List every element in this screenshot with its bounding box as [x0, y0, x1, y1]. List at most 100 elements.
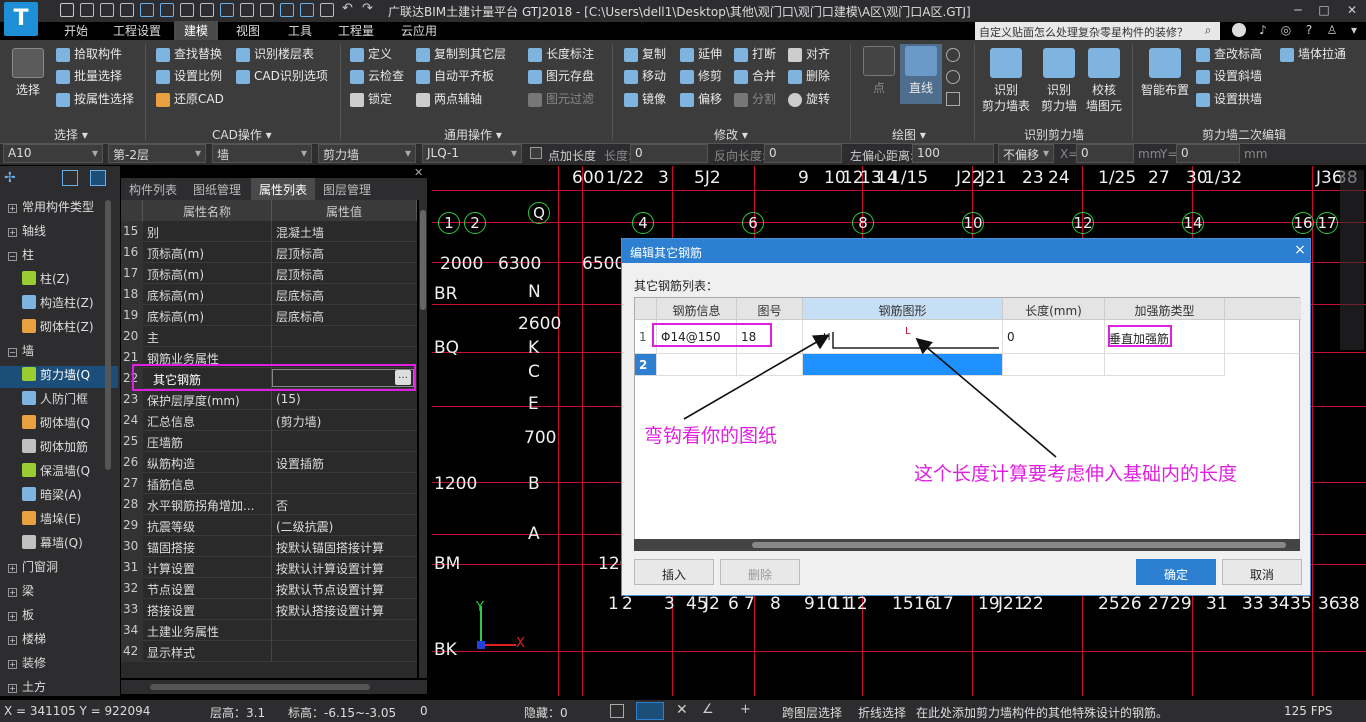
- check-elevation-button[interactable]: 查改标高: [1196, 45, 1262, 65]
- app-logo[interactable]: T: [4, 2, 38, 36]
- restore-cad-button[interactable]: 还原CAD: [156, 90, 224, 110]
- tree-scrollbar[interactable]: [105, 200, 111, 470]
- property-row[interactable]: 29 抗震等级 (二级抗震): [121, 515, 417, 536]
- expand-icon[interactable]: +: [8, 204, 17, 213]
- minimize-icon[interactable]: ─: [1290, 3, 1306, 17]
- redo-icon[interactable]: ↷: [362, 1, 376, 16]
- maximize-icon[interactable]: □: [1316, 3, 1332, 17]
- property-value[interactable]: 层顶标高: [272, 263, 417, 284]
- select-by-attr-button[interactable]: 按属性选择: [56, 90, 134, 110]
- copy-to-other-floor-button[interactable]: 复制到其它层: [416, 45, 506, 65]
- property-value[interactable]: 混凝土墙: [272, 221, 417, 242]
- panel-close-icon[interactable]: ✕: [414, 166, 423, 179]
- view-icon[interactable]: [280, 3, 294, 17]
- property-value[interactable]: 设置插筋: [272, 452, 417, 473]
- tab-quantities[interactable]: 工程量: [334, 21, 378, 40]
- identify-floor-table-button[interactable]: 识别楼层表: [236, 45, 314, 65]
- property-row[interactable]: 28 水平钢筋拐角增加... 否: [121, 494, 417, 515]
- property-row[interactable]: 20 主: [121, 326, 417, 347]
- tree-item[interactable]: 砌体加筋: [0, 438, 118, 460]
- save-icon[interactable]: [60, 3, 74, 17]
- cross-floor-select[interactable]: 跨图层选择: [782, 704, 842, 721]
- batch-select-button[interactable]: 批量选择: [56, 67, 122, 87]
- help-icon[interactable]: ?: [1301, 23, 1317, 37]
- group-draw-label[interactable]: 绘图 ▾: [892, 126, 926, 143]
- ortho-icon[interactable]: [610, 704, 624, 718]
- tab-start[interactable]: 开始: [62, 21, 90, 40]
- menu-icon[interactable]: ▾: [1346, 23, 1362, 37]
- tab-modeling[interactable]: 建模: [174, 21, 218, 40]
- layout-icon[interactable]: [200, 3, 214, 17]
- snap-mode-icon[interactable]: [636, 702, 664, 720]
- tree-item[interactable]: 剪力墙(Q: [0, 366, 118, 388]
- property-row[interactable]: 17 顶标高(m) 层顶标高: [121, 263, 417, 284]
- pick-component-button[interactable]: 拾取构件: [56, 45, 122, 65]
- collapse-icon[interactable]: −: [8, 252, 17, 261]
- search-icon[interactable]: ⌕: [1200, 23, 1216, 37]
- grid2-icon[interactable]: [300, 3, 314, 17]
- smart-layout-button[interactable]: 智能布置: [1138, 48, 1192, 98]
- type-combo[interactable]: 剪力墙: [318, 144, 416, 163]
- property-row[interactable]: 23 保护层厚度(mm) (15): [121, 389, 417, 410]
- cross-select-icon[interactable]: ✕: [676, 702, 688, 718]
- point-draw-button[interactable]: 点: [862, 46, 896, 96]
- property-value[interactable]: (剪力墙): [272, 410, 417, 431]
- tree-item[interactable]: + 常用构件类型: [0, 198, 118, 220]
- cloud-check-button[interactable]: 云检查: [350, 67, 404, 87]
- property-value[interactable]: 层底标高: [272, 305, 417, 326]
- arc-icon[interactable]: [946, 48, 960, 62]
- grid-view-icon[interactable]: [90, 170, 106, 186]
- cad-options-button[interactable]: CAD识别选项: [236, 67, 328, 87]
- floor-combo[interactable]: 第-2层: [108, 144, 206, 163]
- property-row[interactable]: 16 顶标高(m) 层顶标高: [121, 242, 417, 263]
- add-length-checkbox[interactable]: [530, 147, 542, 159]
- property-row[interactable]: 33 搭接设置 按默认搭接设置计算: [121, 599, 417, 620]
- auto-level-slab-button[interactable]: 自动平齐板: [416, 67, 494, 87]
- group-select-label[interactable]: 选择 ▾: [54, 126, 88, 143]
- define-button[interactable]: 定义: [350, 45, 392, 65]
- dynamic-input-icon[interactable]: +: [740, 702, 751, 717]
- no-offset-combo[interactable]: 不偏移: [998, 144, 1054, 163]
- tree-item[interactable]: 砌体墙(Q: [0, 414, 118, 436]
- collapse-icon[interactable]: −: [8, 348, 17, 357]
- property-row[interactable]: 15 别混凝土墙: [121, 221, 417, 242]
- shirt-icon[interactable]: ♙: [1324, 23, 1340, 37]
- group-cad-label[interactable]: CAD操作 ▾: [212, 126, 272, 143]
- expand-icon[interactable]: +: [8, 684, 17, 693]
- group-modify-label[interactable]: 修改 ▾: [714, 126, 748, 143]
- measure-icon[interactable]: [240, 3, 254, 17]
- split-button[interactable]: 分割: [734, 90, 776, 110]
- property-value[interactable]: (二级抗震): [272, 515, 417, 536]
- property-value[interactable]: [272, 620, 417, 641]
- rect-icon[interactable]: [946, 92, 960, 106]
- ellipsis-button[interactable]: …: [395, 370, 411, 385]
- select-button[interactable]: 选择: [8, 48, 48, 98]
- category-combo[interactable]: 墙: [212, 144, 312, 163]
- property-value[interactable]: 按默认锚固搭接计算: [272, 536, 417, 557]
- tree-item[interactable]: + 轴线: [0, 222, 118, 244]
- align-button[interactable]: 对齐: [788, 45, 830, 65]
- avatar[interactable]: [1232, 23, 1246, 37]
- tree-item[interactable]: − 柱: [0, 246, 118, 268]
- panel-scroll-thumb[interactable]: [420, 210, 426, 310]
- rotate-button[interactable]: 旋转: [788, 90, 830, 110]
- tree-item[interactable]: + 板: [0, 606, 118, 628]
- tree-item[interactable]: 保温墙(Q: [0, 462, 118, 484]
- tab-drawing-manage[interactable]: 图纸管理: [185, 178, 249, 200]
- group-general-label[interactable]: 通用操作 ▾: [444, 126, 502, 143]
- tree-item[interactable]: + 楼梯: [0, 630, 118, 652]
- tree-item[interactable]: 砌体柱(Z): [0, 318, 118, 340]
- property-value[interactable]: 否: [272, 494, 417, 515]
- print-icon[interactable]: [120, 3, 134, 17]
- tree-item[interactable]: − 墙: [0, 342, 118, 364]
- property-value[interactable]: [272, 326, 417, 347]
- cloud-icon[interactable]: [140, 3, 154, 17]
- length-annotation-button[interactable]: 长度标注: [528, 45, 594, 65]
- length-input[interactable]: 0: [630, 144, 708, 163]
- open-icon[interactable]: [100, 3, 114, 17]
- bell-icon[interactable]: ♪: [1255, 23, 1271, 37]
- find-replace-button[interactable]: 查找替换: [156, 45, 222, 65]
- extend-button[interactable]: 延伸: [680, 45, 722, 65]
- property-row[interactable]: 26 纵筋构造 设置插筋: [121, 452, 417, 473]
- property-row[interactable]: 24 汇总信息 (剪力墙): [121, 410, 417, 431]
